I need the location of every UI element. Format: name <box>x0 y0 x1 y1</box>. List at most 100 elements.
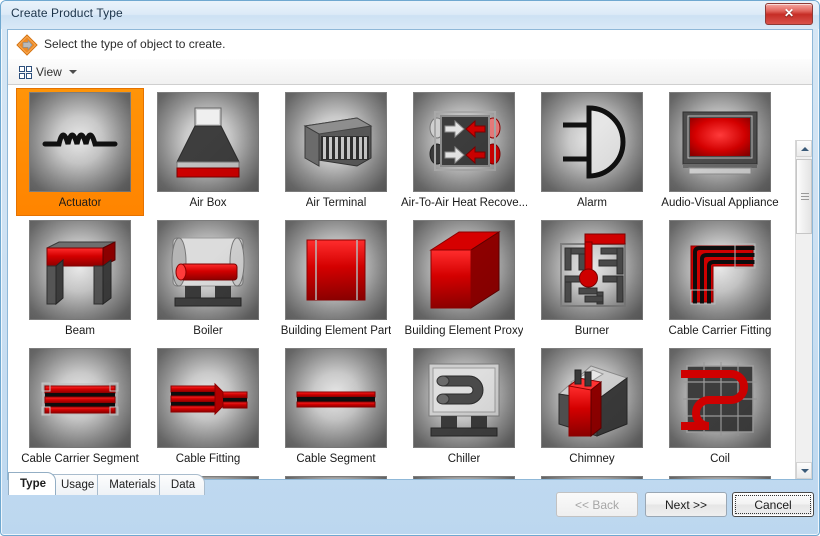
grid-item-label: Cable Fitting <box>175 453 241 465</box>
icon-grid-area: Actuator Air Box Air Terminal Air-To-Air… <box>8 85 812 479</box>
scroll-down-button[interactable] <box>796 462 812 479</box>
grid-item-label: Beam <box>64 325 96 337</box>
next-button[interactable]: Next >> <box>645 492 727 517</box>
grid-item[interactable]: Air Box <box>144 88 272 216</box>
title-bar: Create Product Type ✕ <box>1 1 819 29</box>
cable-segment-icon <box>285 348 387 448</box>
scroll-up-arrow-icon <box>801 147 809 151</box>
tab-label: Usage <box>61 479 95 491</box>
air-box-icon <box>157 92 259 192</box>
grid-item[interactable]: Cable Fitting <box>144 344 272 472</box>
boiler-icon <box>157 220 259 320</box>
grid-item-label: Cable Carrier Fitting <box>668 325 772 337</box>
building-element-proxy-icon <box>413 220 515 320</box>
grid-item-label: Actuator <box>58 197 102 209</box>
tab-type[interactable]: Type <box>8 472 56 495</box>
grid-item[interactable]: Alarm <box>528 88 656 216</box>
tab-bar: Type Usage Materials Data <box>8 472 206 495</box>
grid-item[interactable]: Coil <box>656 344 784 472</box>
grid-item[interactable]: Building Element Proxy <box>400 216 528 344</box>
icon-grid-inner: Actuator Air Box Air Terminal Air-To-Air… <box>8 85 788 479</box>
grid-item[interactable]: Chimney <box>528 344 656 472</box>
air-terminal-icon <box>285 92 387 192</box>
grid-item[interactable]: Burner <box>528 216 656 344</box>
grid-view-icon <box>19 65 32 79</box>
back-button-label: << Back <box>574 497 620 512</box>
grid-item-label: Air Box <box>189 197 227 209</box>
grid-item-label: Building Element Part <box>280 325 392 337</box>
icon-grid[interactable]: Actuator Air Box Air Terminal Air-To-Air… <box>8 85 795 479</box>
grid-item-label: Building Element Proxy <box>404 325 524 337</box>
toolbar: View <box>8 59 812 85</box>
alarm-icon <box>541 92 643 192</box>
beam-icon <box>29 220 131 320</box>
grid-item[interactable]: Cable Carrier Segment <box>16 344 144 472</box>
scroll-up-button[interactable] <box>796 140 812 157</box>
chiller-icon <box>413 348 515 448</box>
grid-item-partial[interactable] <box>400 472 528 479</box>
audio-visual-appliance-icon <box>669 92 771 192</box>
grid-item-label: Cable Carrier Segment <box>21 453 139 465</box>
grid-item-label: Burner <box>574 325 610 337</box>
close-icon: ✕ <box>783 6 795 20</box>
orange-diamond-icon <box>16 34 38 56</box>
tab-label: Materials <box>109 479 156 491</box>
grid-item[interactable]: Actuator <box>16 88 144 216</box>
window-title: Create Product Type <box>11 6 123 20</box>
tab-data[interactable]: Data <box>158 474 206 495</box>
grid-item-thumb-partial <box>541 476 643 479</box>
dialog-body: Select the type of object to create. Vie… <box>7 29 813 480</box>
cancel-button[interactable]: Cancel <box>732 492 814 517</box>
view-label: View <box>36 65 62 79</box>
instruction-text: Select the type of object to create. <box>44 37 226 51</box>
tab-usage[interactable]: Usage <box>49 474 105 495</box>
tab-label: Type <box>20 478 46 490</box>
grid-item-label: Coil <box>710 453 730 465</box>
close-button[interactable]: ✕ <box>765 3 813 25</box>
scrollbar-thumb[interactable] <box>796 159 812 234</box>
cable-fitting-icon <box>157 348 259 448</box>
grid-item[interactable]: Building Element Part <box>272 216 400 344</box>
grid-item-label: Alarm <box>576 197 608 209</box>
building-element-part-icon <box>285 220 387 320</box>
grid-item[interactable]: Cable Segment <box>272 344 400 472</box>
grid-item-label: Air Terminal <box>305 197 367 209</box>
grid-item-partial[interactable] <box>528 472 656 479</box>
chimney-icon <box>541 348 643 448</box>
grid-item[interactable]: Air-To-Air Heat Recove... <box>400 88 528 216</box>
focus-ring <box>735 495 811 514</box>
grid-item-label: Chimney <box>569 453 615 465</box>
tab-materials[interactable]: Materials <box>97 474 166 495</box>
grid-item[interactable]: Beam <box>16 216 144 344</box>
grid-item-label: Cable Segment <box>296 453 376 465</box>
scrollbar-grip-icon <box>801 193 809 200</box>
grid-item-thumb-partial <box>285 476 387 479</box>
grid-item[interactable]: Boiler <box>144 216 272 344</box>
grid-item-thumb-partial <box>413 476 515 479</box>
grid-item-label: Chiller <box>447 453 481 465</box>
grid-item-partial[interactable] <box>656 472 784 479</box>
view-button[interactable]: View <box>14 61 82 83</box>
vertical-scrollbar[interactable] <box>795 140 812 479</box>
grid-item-partial[interactable] <box>272 472 400 479</box>
grid-item[interactable]: Cable Carrier Fitting <box>656 216 784 344</box>
instruction-bar: Select the type of object to create. <box>8 30 812 60</box>
next-button-label: Next >> <box>664 497 708 512</box>
air-to-air-heat-recovery-icon <box>413 92 515 192</box>
grid-item-label: Audio-Visual Appliance <box>661 197 779 209</box>
cable-carrier-fitting-icon <box>669 220 771 320</box>
grid-item[interactable]: Audio-Visual Appliance <box>656 88 784 216</box>
cable-carrier-segment-icon <box>29 348 131 448</box>
back-button[interactable]: << Back <box>556 492 638 517</box>
grid-item[interactable]: Chiller <box>400 344 528 472</box>
grid-item-label: Boiler <box>193 325 223 337</box>
actuator-icon <box>29 92 131 192</box>
coil-icon <box>669 348 771 448</box>
scroll-down-arrow-icon <box>801 469 809 473</box>
tab-label: Data <box>170 479 196 491</box>
dialog-window: Create Product Type ✕ Select the type of… <box>0 0 820 536</box>
burner-icon <box>541 220 643 320</box>
chevron-down-icon <box>68 70 77 74</box>
grid-item[interactable]: Air Terminal <box>272 88 400 216</box>
grid-item-thumb-partial <box>669 476 771 479</box>
